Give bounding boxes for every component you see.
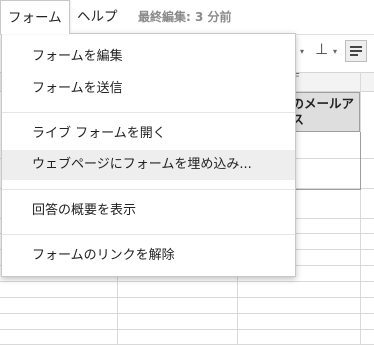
- form-menu-dropdown: フォームを編集 フォームを送信 ライブ フォームを開く ウェブページにフォームを…: [1, 33, 296, 277]
- last-edit-status[interactable]: 最終編集: 3 分前: [138, 0, 232, 34]
- menu-separator: [2, 189, 295, 190]
- selection-border: [360, 132, 361, 190]
- menu-item-open-live-form[interactable]: ライブ フォームを開く: [2, 119, 295, 149]
- menu-item-embed-form[interactable]: ウェブページにフォームを埋め込み...: [2, 150, 295, 180]
- menu-item-send-form[interactable]: フォームを送信: [2, 74, 295, 104]
- vertical-align-icon[interactable]: ⊥: [315, 40, 328, 58]
- menu-form[interactable]: フォーム: [0, 0, 70, 34]
- vertical-align-caret-icon[interactable]: ▾: [333, 47, 337, 56]
- menu-separator: [2, 112, 295, 113]
- menu-item-edit-form[interactable]: フォームを編集: [2, 42, 295, 72]
- menu-help[interactable]: ヘルプ: [70, 0, 125, 34]
- selection-border: [296, 189, 361, 190]
- menu-bar: フォーム ヘルプ 最終編集: 3 分前: [0, 0, 374, 34]
- menu-item-show-summary[interactable]: 回答の概要を表示: [2, 196, 295, 226]
- text-wrap-icon[interactable]: [345, 40, 367, 62]
- toolbar-dropdown-caret-icon[interactable]: ▾: [300, 47, 304, 56]
- menu-separator: [2, 234, 295, 235]
- menu-item-unlink-form[interactable]: フォームのリンクを解除: [2, 241, 295, 271]
